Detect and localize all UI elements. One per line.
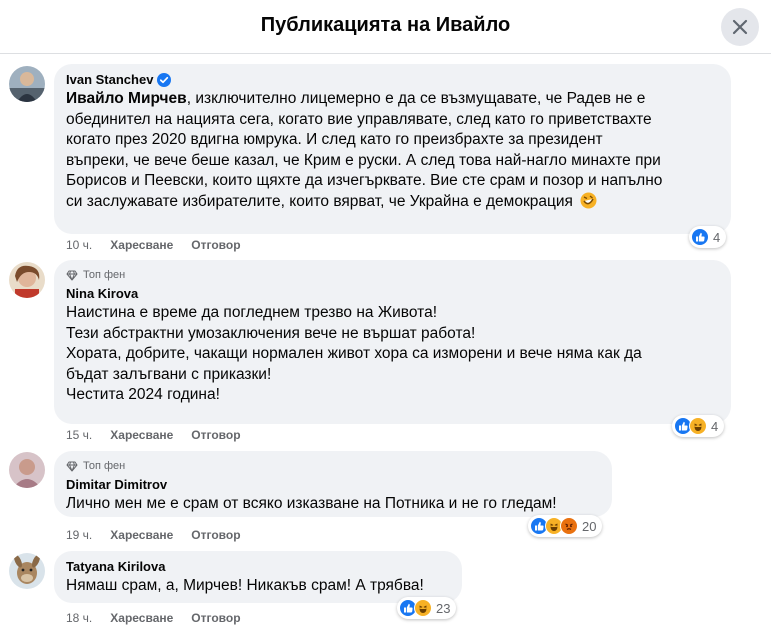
text-line: Лично мен ме е срам от всяко изказване н… bbox=[66, 495, 557, 512]
dialog-header: Публикацията на Ивайло bbox=[0, 0, 771, 54]
close-icon bbox=[732, 19, 748, 35]
author-name[interactable]: Nina Kirova bbox=[66, 286, 138, 301]
text-line: си заслужавате избирателите, които вярва… bbox=[66, 192, 573, 210]
comment-bubble: Топ фен Nina Kirova Наистина е време да … bbox=[54, 260, 731, 424]
close-button[interactable] bbox=[721, 8, 759, 46]
text-line: Хората, добрите, чакащи нормален живот х… bbox=[66, 345, 642, 362]
text-line: бъдат залъгвани с приказки! bbox=[66, 365, 272, 383]
comment-author[interactable]: Dimitar Dimitrov bbox=[66, 477, 600, 492]
reaction-count: 4 bbox=[711, 418, 719, 434]
reply-button[interactable]: Отговор bbox=[191, 528, 240, 542]
comment-bubble: Ivan Stanchev Ивайло Мирчев, изключителн… bbox=[54, 64, 731, 234]
reaction-summary[interactable]: 4 bbox=[672, 415, 725, 437]
text-line: , изключително лицемерно е да се възмуща… bbox=[186, 90, 646, 107]
text-line: Нямаш срам, а, Мирчев! Никакъв срам! А т… bbox=[66, 577, 424, 594]
reaction-summary[interactable]: 4 bbox=[689, 226, 727, 248]
comment-bubble: Tatyana Kirilova Нямаш срам, а, Мирчев! … bbox=[54, 551, 462, 603]
comment-time[interactable]: 10 ч. bbox=[66, 238, 92, 252]
comment-text: Лично мен ме е срам от всяко изказване н… bbox=[66, 494, 600, 515]
badge-label: Топ фен bbox=[83, 460, 126, 472]
comment-author[interactable]: Nina Kirova bbox=[66, 286, 719, 301]
comment-text: Наистина е време да погледнем трезво на … bbox=[66, 303, 719, 406]
comment-text: Нямаш срам, а, Мирчев! Никакъв срам! А т… bbox=[66, 576, 450, 597]
text-line: когато през 2020 вдигна юмрука. И след к… bbox=[66, 131, 603, 148]
reaction-summary[interactable]: 20 bbox=[528, 515, 603, 537]
reaction-count: 20 bbox=[582, 518, 597, 534]
haha-icon bbox=[414, 599, 432, 617]
text-line: обединител на нацията сега, когато вие у… bbox=[66, 110, 652, 128]
comment-actions: 10 ч. Харесване Отговор bbox=[66, 238, 241, 252]
reaction-count: 23 bbox=[436, 600, 451, 616]
author-name[interactable]: Dimitar Dimitrov bbox=[66, 477, 167, 492]
mention-link[interactable]: Ивайло Мирчев bbox=[66, 90, 187, 107]
verified-badge-icon bbox=[157, 72, 172, 87]
avatar[interactable] bbox=[9, 262, 45, 298]
top-fan-badge: Топ фен bbox=[66, 460, 600, 472]
text-line: Честита 2024 година! bbox=[66, 386, 220, 403]
avatar[interactable] bbox=[9, 66, 45, 102]
dialog-title: Публикацията на Ивайло bbox=[260, 14, 511, 36]
author-name[interactable]: Tatyana Kirilova bbox=[66, 559, 165, 574]
rofl-emoji-icon bbox=[580, 192, 597, 208]
reply-button[interactable]: Отговор bbox=[191, 428, 240, 442]
like-button[interactable]: Харесване bbox=[110, 238, 173, 252]
reply-button[interactable]: Отговор bbox=[191, 611, 240, 625]
comment-actions: 19 ч. Харесване Отговор bbox=[66, 528, 241, 542]
comment-author[interactable]: Tatyana Kirilova bbox=[66, 559, 450, 574]
text-line: въпреки, че вече беше казал, че Крим е р… bbox=[66, 151, 661, 169]
reaction-count: 4 bbox=[713, 229, 721, 245]
badge-label: Топ фен bbox=[83, 269, 126, 281]
avatar[interactable] bbox=[9, 452, 45, 488]
diamond-icon bbox=[66, 461, 78, 471]
comment-author[interactable]: Ivan Stanchev bbox=[66, 72, 719, 87]
like-icon bbox=[691, 228, 709, 246]
author-name[interactable]: Ivan Stanchev bbox=[66, 72, 153, 87]
angry-icon bbox=[560, 517, 578, 535]
like-button[interactable]: Харесване bbox=[110, 611, 173, 625]
diamond-icon bbox=[66, 270, 78, 280]
like-button[interactable]: Харесване bbox=[110, 428, 173, 442]
text-line: Борисов и Пеевски, които щяхте да изчегъ… bbox=[66, 172, 663, 189]
comment-time[interactable]: 18 ч. bbox=[66, 611, 92, 625]
top-fan-badge: Топ фен bbox=[66, 269, 719, 281]
reply-button[interactable]: Отговор bbox=[191, 238, 240, 252]
like-button[interactable]: Харесване bbox=[110, 528, 173, 542]
comment-actions: 18 ч. Харесване Отговор bbox=[66, 611, 241, 625]
text-line: Наистина е време да погледнем трезво на … bbox=[66, 304, 438, 321]
comment-actions: 15 ч. Харесване Отговор bbox=[66, 428, 241, 442]
haha-icon bbox=[689, 417, 707, 435]
avatar[interactable] bbox=[9, 553, 45, 589]
reaction-summary[interactable]: 23 bbox=[397, 597, 457, 619]
comment-time[interactable]: 19 ч. bbox=[66, 528, 92, 542]
comment-bubble: Топ фен Dimitar Dimitrov Лично мен ме е … bbox=[54, 451, 612, 517]
comment-text: Ивайло Мирчев, изключително лицемерно е … bbox=[66, 89, 719, 212]
comment-time[interactable]: 15 ч. bbox=[66, 428, 92, 442]
text-line: Тези абстрактни умозаключения вече не въ… bbox=[66, 324, 476, 342]
